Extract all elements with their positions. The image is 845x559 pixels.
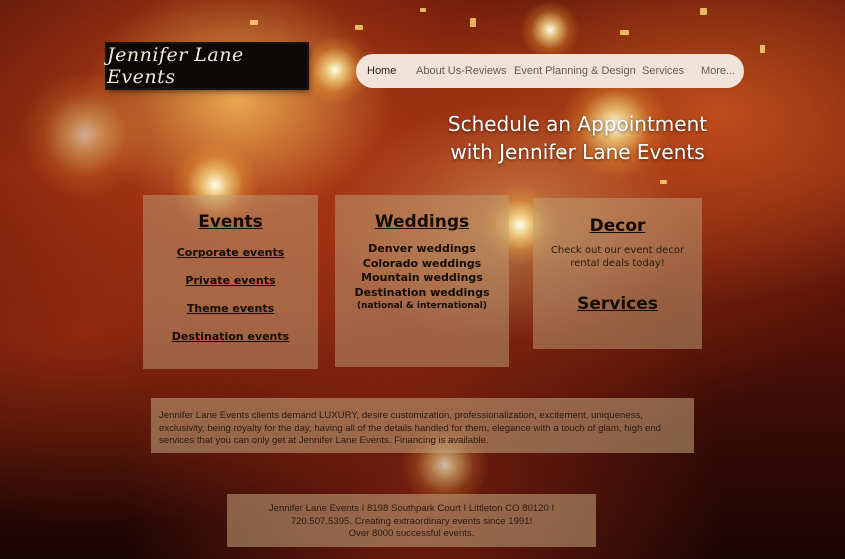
nav-item-home[interactable]: Home: [367, 65, 396, 77]
nav-item-services[interactable]: Services: [642, 65, 684, 77]
decor-title-link[interactable]: Decor: [533, 216, 702, 236]
colorado-weddings-text: Colorado weddings: [362, 256, 482, 270]
footer-line-1: Jennifer Lane Events I 8198 Southpark Co…: [268, 503, 555, 514]
confetti-decoration: [420, 8, 426, 12]
about-line-2: exclusivity, being royalty for the day, …: [159, 422, 662, 434]
private-events-link[interactable]: Private events: [143, 274, 318, 287]
confetti-decoration: [700, 8, 707, 15]
headline-line-1: Schedule an Appointment: [447, 112, 708, 136]
headline-line-2: with Jennifer Lane Events: [450, 140, 705, 164]
theme-events-link[interactable]: Theme events: [143, 302, 318, 315]
nav-item-more[interactable]: More...: [701, 65, 735, 77]
weddings-note: (national & international): [357, 301, 487, 311]
denver-weddings-text: Denver weddings: [368, 242, 476, 255]
contact-footer: Jennifer Lane Events I 8198 Southpark Co…: [227, 494, 596, 547]
confetti-decoration: [620, 30, 629, 35]
footer-line-2: 720.507.5395. Creating extraordinary eve…: [290, 515, 533, 527]
nav-item-event-planning-design[interactable]: Event Planning & Design: [514, 65, 636, 77]
site-logo[interactable]: Jennifer Lane Events: [107, 44, 307, 88]
decor-description-line-1: Check out our event decor: [550, 245, 685, 256]
events-title-link[interactable]: Events: [143, 212, 318, 232]
confetti-decoration: [250, 20, 258, 25]
corporate-events-link[interactable]: Corporate events: [143, 246, 318, 259]
sparkler-decoration: [20, 70, 150, 200]
nav-item-about-us-reviews[interactable]: About Us-Reviews: [416, 65, 506, 77]
confetti-decoration: [470, 18, 476, 27]
about-line-3: services that you can only get at Jennif…: [159, 435, 489, 446]
main-nav: Home About Us-Reviews Event Planning & D…: [356, 54, 744, 88]
destination-weddings-text: Destination weddings: [354, 285, 490, 299]
logo-text: Jennifer Lane Events: [107, 44, 244, 88]
confetti-decoration: [660, 180, 667, 184]
about-line-1: Jennifer Lane Events clients demand LUXU…: [159, 410, 643, 421]
confetti-decoration: [760, 45, 765, 53]
weddings-title-link[interactable]: Weddings: [335, 212, 509, 232]
services-title-link[interactable]: Services: [533, 294, 702, 314]
decor-description-line-2: rental deals today!: [570, 258, 665, 269]
footer-line-3: Over 8000 successful events.: [348, 528, 475, 539]
weddings-card: Weddings Denver weddings Colorado weddin…: [335, 195, 509, 367]
confetti-decoration: [355, 25, 363, 30]
decor-services-card: Decor Check out our event decor rental d…: [533, 198, 702, 349]
about-paragraph: Jennifer Lane Events clients demand LUXU…: [151, 398, 694, 453]
destination-events-link[interactable]: Destination events: [143, 330, 318, 343]
sparkler-decoration: [520, 0, 580, 60]
appointment-headline[interactable]: Schedule an Appointment with Jennifer La…: [430, 110, 725, 166]
mountain-weddings-text: Mountain weddings: [361, 271, 483, 284]
events-card: Events Corporate events Private events T…: [143, 195, 318, 369]
